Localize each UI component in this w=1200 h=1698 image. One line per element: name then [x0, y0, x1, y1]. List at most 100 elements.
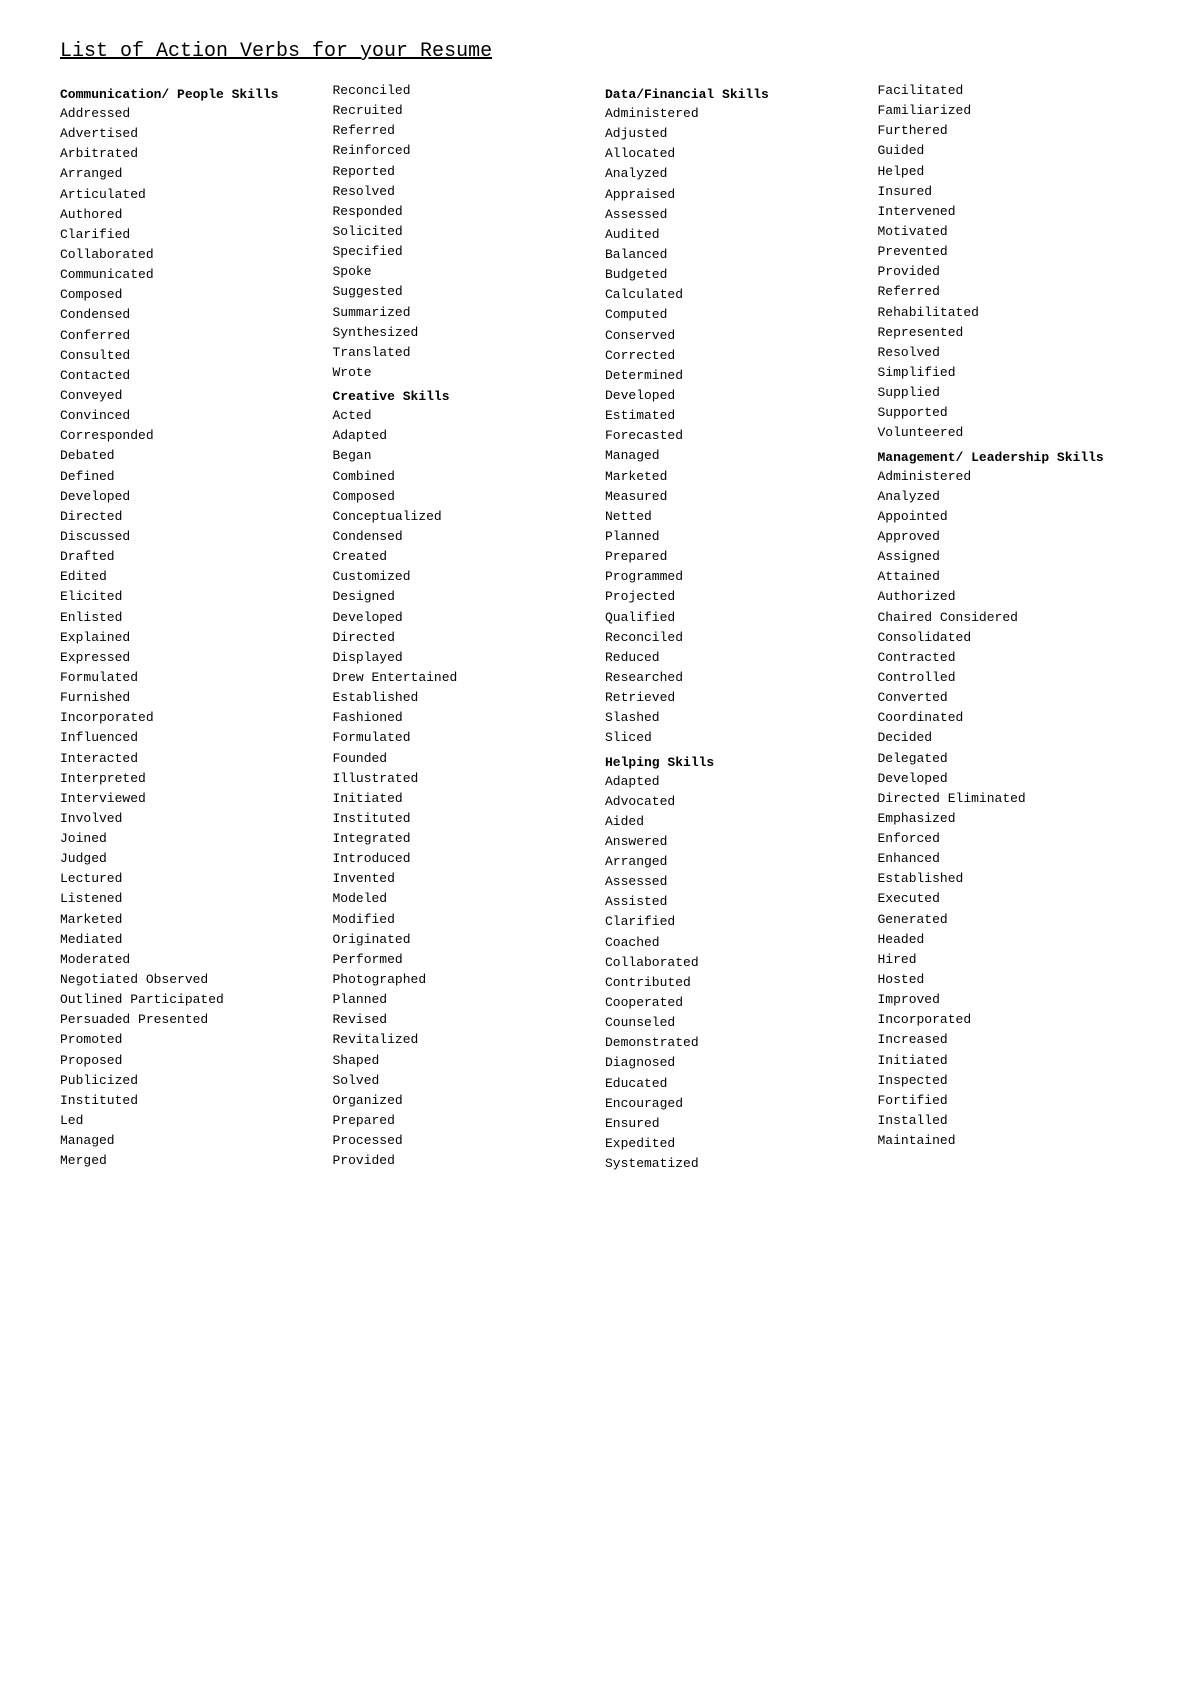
list-item: Increased — [878, 1030, 1141, 1050]
list-item: Formulated — [60, 668, 323, 688]
list-item: Prepared — [333, 1111, 596, 1131]
list-item: Allocated — [605, 144, 868, 164]
list-item: Measured — [605, 487, 868, 507]
list-item: Computed — [605, 305, 868, 325]
list-item: Prepared — [605, 547, 868, 567]
list-item: Condensed — [60, 305, 323, 325]
section-header-3-1: Data/Financial Skills — [605, 87, 868, 102]
list-item: Wrote — [333, 363, 596, 383]
list-item: Instituted — [333, 809, 596, 829]
list-item: Projected — [605, 587, 868, 607]
list-item: Publicized — [60, 1071, 323, 1091]
list-item: Composed — [333, 487, 596, 507]
list-item: Budgeted — [605, 265, 868, 285]
list-item: Interacted — [60, 749, 323, 769]
list-item: Created — [333, 547, 596, 567]
list-item: Attained — [878, 567, 1141, 587]
list-item: Marketed — [60, 910, 323, 930]
list-item: Calculated — [605, 285, 868, 305]
list-item: Analyzed — [605, 164, 868, 184]
list-item: Proposed — [60, 1051, 323, 1071]
page-title: List of Action Verbs for your Resume — [60, 40, 1140, 63]
list-item: Interpreted — [60, 769, 323, 789]
list-item: Developed — [878, 769, 1141, 789]
list-item: Audited — [605, 225, 868, 245]
list-item: Consolidated — [878, 628, 1141, 648]
list-item: Listened — [60, 889, 323, 909]
list-item: Counseled — [605, 1013, 868, 1033]
list-item: Enforced — [878, 829, 1141, 849]
list-item: Formulated — [333, 728, 596, 748]
list-item: Provided — [878, 262, 1141, 282]
list-item: Led — [60, 1111, 323, 1131]
list-item: Explained — [60, 628, 323, 648]
list-item: Represented — [878, 323, 1141, 343]
list-item: Advocated — [605, 792, 868, 812]
list-item: Clarified — [60, 225, 323, 245]
list-item: Slashed — [605, 708, 868, 728]
list-item: Reconciled — [605, 628, 868, 648]
list-item: Fashioned — [333, 708, 596, 728]
list-item: Mediated — [60, 930, 323, 950]
list-item: Intervened — [878, 202, 1141, 222]
list-item: Analyzed — [878, 487, 1141, 507]
list-item: Managed — [605, 446, 868, 466]
list-item: Facilitated — [878, 81, 1141, 101]
list-item: Authorized — [878, 587, 1141, 607]
list-item: Incorporated — [60, 708, 323, 728]
list-item: Furnished — [60, 688, 323, 708]
list-item: Ensured — [605, 1114, 868, 1134]
list-item: Headed — [878, 930, 1141, 950]
list-item: Began — [333, 446, 596, 466]
list-item: Resolved — [333, 182, 596, 202]
list-item: Synthesized — [333, 323, 596, 343]
list-item: Negotiated Observed — [60, 970, 323, 990]
list-item: Reconciled — [333, 81, 596, 101]
list-item: Corrected — [605, 346, 868, 366]
list-item: Arranged — [60, 164, 323, 184]
list-item: Administered — [878, 467, 1141, 487]
list-item: Contributed — [605, 973, 868, 993]
list-item: Balanced — [605, 245, 868, 265]
list-item: Advertised — [60, 124, 323, 144]
list-item: Outlined Participated — [60, 990, 323, 1010]
list-item: Established — [878, 869, 1141, 889]
list-item: Forecasted — [605, 426, 868, 446]
list-item: Cooperated — [605, 993, 868, 1013]
list-item: Enhanced — [878, 849, 1141, 869]
list-item: Researched — [605, 668, 868, 688]
list-item: Coached — [605, 933, 868, 953]
list-item: Developed — [60, 487, 323, 507]
list-item: Directed Eliminated — [878, 789, 1141, 809]
list-item: Lectured — [60, 869, 323, 889]
list-item: Revised — [333, 1010, 596, 1030]
list-item: Referred — [878, 282, 1141, 302]
list-item: Addressed — [60, 104, 323, 124]
list-item: Interviewed — [60, 789, 323, 809]
list-item: Resolved — [878, 343, 1141, 363]
list-item: Summarized — [333, 303, 596, 323]
list-item: Directed — [333, 628, 596, 648]
list-item: Netted — [605, 507, 868, 527]
list-item: Managed — [60, 1131, 323, 1151]
list-item: Displayed — [333, 648, 596, 668]
list-item: Modified — [333, 910, 596, 930]
list-item: Combined — [333, 467, 596, 487]
list-item: Conveyed — [60, 386, 323, 406]
list-item: Translated — [333, 343, 596, 363]
list-item: Communicated — [60, 265, 323, 285]
list-item: Developed — [605, 386, 868, 406]
list-item: Qualified — [605, 608, 868, 628]
list-item: Determined — [605, 366, 868, 386]
list-item: Conceptualized — [333, 507, 596, 527]
list-item: Responded — [333, 202, 596, 222]
list-item: Assessed — [605, 872, 868, 892]
list-item: Organized — [333, 1091, 596, 1111]
list-item: Initiated — [878, 1051, 1141, 1071]
list-item: Sliced — [605, 728, 868, 748]
section-header-2-2: Creative Skills — [333, 389, 596, 404]
list-item: Adapted — [333, 426, 596, 446]
list-item: Specified — [333, 242, 596, 262]
list-item: Illustrated — [333, 769, 596, 789]
list-item: Provided — [333, 1151, 596, 1171]
